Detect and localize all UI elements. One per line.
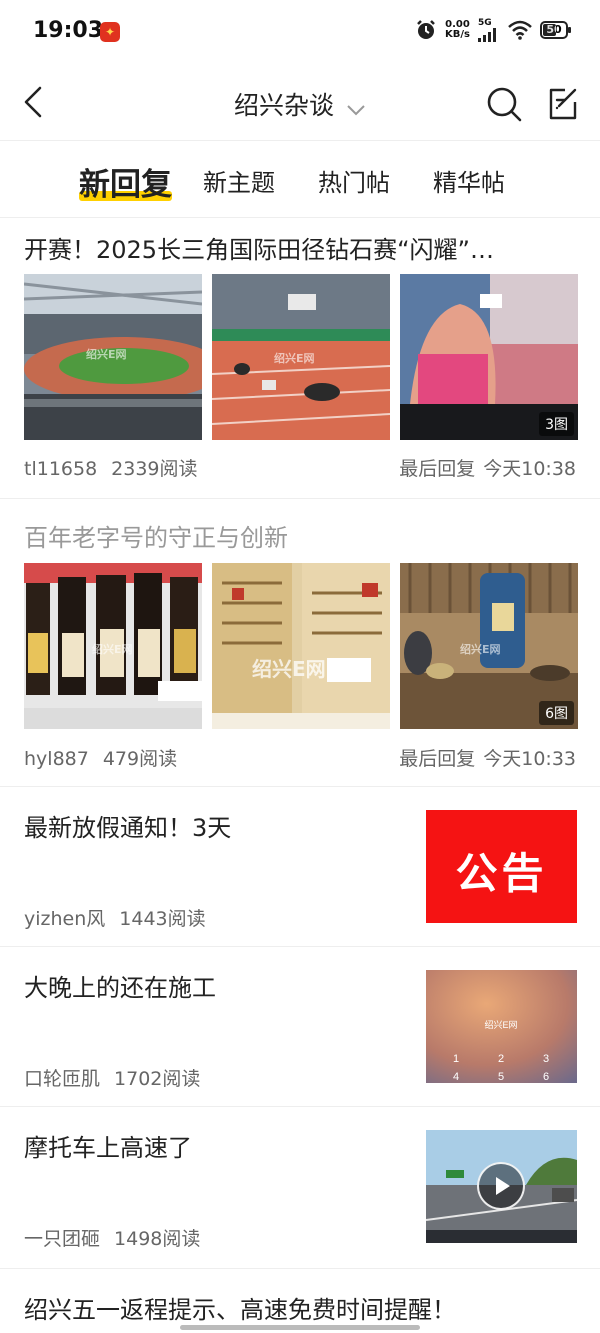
- post-item[interactable]: 开赛！2025长三角国际田径钻石赛“闪耀”… 绍兴E网 绍兴E网 3图 tl11…: [0, 218, 600, 499]
- home-indicator[interactable]: [180, 1325, 420, 1330]
- post-image[interactable]: 绍兴E网: [212, 563, 390, 729]
- post-meta: yizhen风 1443阅读: [24, 904, 220, 931]
- post-author: 口轮匝肌: [24, 1068, 101, 1090]
- post-image[interactable]: 3图: [400, 274, 578, 440]
- post-item[interactable]: 最新放假通知！3天 yizhen风 1443阅读 公告: [0, 786, 600, 947]
- post-author: yizhen风: [24, 908, 106, 930]
- tab-featured-posts[interactable]: 精华帖: [433, 163, 505, 198]
- svg-text:6: 6: [543, 1071, 549, 1083]
- post-reads: 1702阅读: [114, 1068, 201, 1090]
- post-image[interactable]: 绍兴E网: [24, 563, 202, 729]
- last-reply-label: 最后回复: [399, 458, 476, 480]
- post-thumbnail[interactable]: 公告: [426, 810, 577, 923]
- post-item[interactable]: 大晚上的还在施工 口轮匝肌 1702阅读 绍兴E网 1 2 3 4 5 6: [0, 946, 600, 1107]
- post-reads: 1498阅读: [114, 1228, 201, 1250]
- post-reads: 479阅读: [102, 748, 178, 770]
- post-title: 摩托车上高速了: [24, 1134, 192, 1162]
- image-count-badge: 3图: [539, 412, 574, 436]
- category-tabs: 新回复 新主题 热门帖 精华帖: [0, 141, 600, 218]
- last-reply-time: 今天10:38: [483, 458, 576, 480]
- status-time: 19:03: [33, 18, 104, 43]
- post-author: 一只团砸: [24, 1228, 101, 1250]
- post-image[interactable]: 绍兴E网 6图: [400, 563, 578, 729]
- post-title: 百年老字号的守正与创新: [24, 524, 288, 552]
- thumbnail-text: 公告: [455, 849, 548, 898]
- post-author: hyl887: [24, 748, 89, 770]
- page-title: 绍兴杂谈: [233, 91, 334, 120]
- signal-icon: [478, 28, 496, 42]
- svg-text:3: 3: [543, 1053, 549, 1065]
- image-count-badge: 6图: [539, 701, 574, 725]
- post-title: 绍兴五一返程提示、高速免费时间提醒！: [24, 1296, 456, 1324]
- last-reply: 最后回复 今天10:33: [391, 744, 576, 771]
- post-item[interactable]: 百年老字号的守正与创新 绍兴E网 绍兴E网 绍兴E网 6图 hyl887 479…: [0, 498, 600, 787]
- search-icon[interactable]: [484, 84, 524, 124]
- tab-new-replies[interactable]: 新回复: [79, 159, 172, 204]
- chevron-down-icon: [346, 93, 366, 122]
- svg-text:4: 4: [453, 1071, 459, 1083]
- svg-text:1: 1: [453, 1053, 459, 1065]
- post-reads: 2339阅读: [111, 458, 198, 480]
- post-meta: 口轮匝肌 1702阅读: [24, 1064, 214, 1091]
- post-meta: tl11658 2339阅读: [24, 454, 212, 481]
- post-author: tl11658: [24, 458, 98, 480]
- top-nav-bar: 绍兴杂谈: [0, 64, 600, 141]
- last-reply-time: 今天10:33: [483, 748, 576, 770]
- post-thumbnail[interactable]: 绍兴E网 1 2 3 4 5 6: [426, 970, 577, 1083]
- post-thumbnail[interactable]: [426, 1130, 577, 1243]
- svg-text:2: 2: [498, 1053, 504, 1065]
- tab-hot-posts[interactable]: 热门帖: [318, 163, 390, 198]
- wifi-icon: [508, 20, 532, 40]
- app-notification-icon: ✦: [100, 22, 120, 42]
- play-icon[interactable]: [477, 1162, 525, 1210]
- status-bar: 19:03 ✦ 0.00 KB/s 5G 50: [0, 0, 600, 64]
- post-meta: 一只团砸 1498阅读: [24, 1224, 214, 1251]
- post-reads: 1443阅读: [119, 908, 206, 930]
- net-speed: 0.00 KB/s: [445, 19, 470, 40]
- battery-icon: 50: [540, 21, 571, 39]
- compose-icon[interactable]: [545, 84, 581, 124]
- post-meta: hyl887 479阅读: [24, 744, 191, 771]
- last-reply: 最后回复 今天10:38: [391, 454, 576, 481]
- post-image[interactable]: 绍兴E网: [212, 274, 390, 440]
- post-title: 最新放假通知！3天: [24, 814, 232, 842]
- post-title: 开赛！2025长三角国际田径钻石赛“闪耀”…: [24, 236, 494, 264]
- last-reply-label: 最后回复: [399, 748, 476, 770]
- tab-new-topics[interactable]: 新主题: [203, 163, 275, 198]
- post-title: 大晚上的还在施工: [24, 974, 216, 1002]
- post-item[interactable]: 摩托车上高速了 一只团砸 1498阅读: [0, 1106, 600, 1269]
- post-image[interactable]: 绍兴E网: [24, 274, 202, 440]
- post-item[interactable]: 绍兴五一返程提示、高速免费时间提醒！: [0, 1268, 600, 1333]
- alarm-icon: [417, 20, 435, 39]
- network-type: 5G: [478, 18, 492, 28]
- svg-text:绍兴E网: 绍兴E网: [484, 1019, 517, 1030]
- svg-text:5: 5: [498, 1071, 504, 1083]
